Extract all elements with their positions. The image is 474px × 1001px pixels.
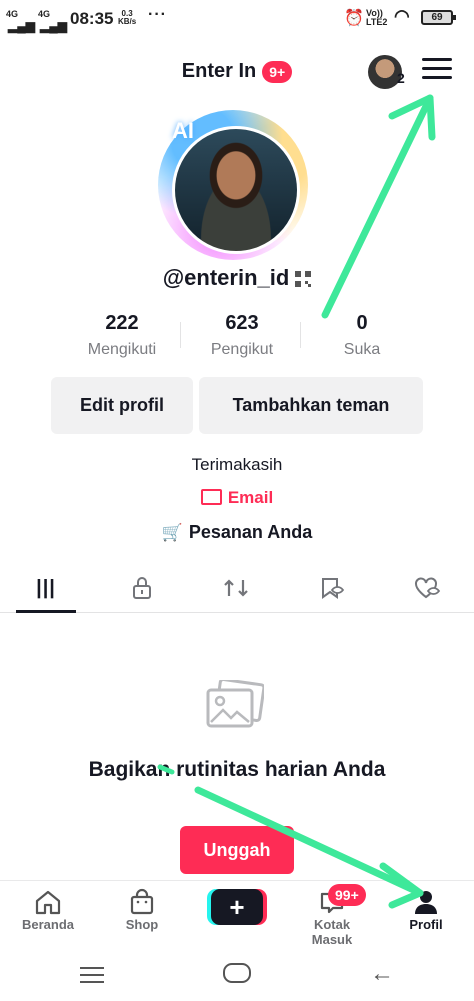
repost-icon — [224, 579, 248, 597]
status-bar: 4G ▂▄▆ 4G ▂▄▆ 08:35 0.3 KB/s ··· ⏰ Vo)) LT… — [0, 0, 474, 36]
cart-icon: 🛒 — [161, 523, 183, 542]
net-speed: 0.3 KB/s — [118, 9, 137, 26]
menu-icon[interactable] — [422, 58, 452, 82]
shop-icon — [130, 888, 154, 915]
stat-value: 0 — [356, 312, 368, 334]
ai-badge: AI — [172, 118, 194, 143]
image-placeholder-icon — [206, 680, 264, 728]
empty-state-message: Bagikan rutinitas harian Anda — [88, 758, 386, 781]
profile-avatar[interactable] — [172, 126, 300, 254]
alarm-icon: ⏰ — [344, 10, 364, 27]
profile-tabs: ||| — [0, 566, 474, 613]
upload-button[interactable]: Unggah — [180, 826, 294, 874]
edit-profile-button[interactable]: Edit profil — [51, 377, 193, 434]
nav-profile[interactable]: Profil — [386, 887, 466, 932]
qr-code-icon[interactable] — [295, 271, 312, 288]
email-label: Email — [227, 488, 274, 507]
system-recents-button[interactable] — [80, 967, 104, 988]
lock-icon — [133, 577, 151, 599]
tab-videos[interactable]: ||| — [16, 566, 76, 613]
signal-4g-2: 4G — [38, 9, 51, 19]
nav-shop[interactable]: Shop — [102, 887, 182, 932]
orders-link[interactable]: 🛒 Pesanan Anda — [0, 522, 474, 543]
nav-label: Shop — [125, 917, 159, 932]
system-back-button[interactable]: ← — [370, 960, 394, 988]
nav-label: Beranda — [21, 917, 75, 932]
stat-value: 623 — [225, 312, 259, 334]
tab-liked[interactable] — [398, 566, 458, 610]
email-link[interactable]: Email — [0, 488, 474, 508]
username: @enterin_id — [162, 265, 290, 290]
bio-text: Terimakasih — [191, 455, 283, 474]
battery-icon: 69 — [421, 10, 456, 25]
nav-label: Profil — [409, 917, 443, 932]
home-icon — [35, 890, 61, 915]
liked-heart-icon — [415, 577, 441, 599]
signal-bars-icon-2: ▂▄▆ — [40, 19, 67, 33]
bookmark-icon — [322, 578, 345, 599]
wifi-icon: ◠ — [394, 6, 410, 26]
profile-icon — [415, 891, 437, 914]
inbox-badge: 99+ — [328, 884, 366, 906]
mail-icon — [200, 488, 222, 505]
stat-value: 222 — [105, 312, 139, 334]
account-switcher[interactable]: Enter In 9+ — [181, 60, 293, 83]
orders-label: Pesanan Anda — [188, 522, 313, 542]
signal-4g-1: 4G — [6, 9, 19, 19]
signal-bars-icon: ▂▄▆ — [8, 19, 35, 33]
account-count: 2 — [397, 70, 405, 86]
stat-following[interactable]: 222 Mengikuti — [62, 312, 182, 359]
plus-icon: + — [229, 891, 245, 922]
stat-likes[interactable]: 0 Suka — [300, 312, 422, 359]
add-friend-button[interactable]: Tambahkan teman — [199, 377, 423, 434]
tab-private[interactable] — [112, 566, 172, 610]
volte-indicator: Vo)) LTE2 — [366, 8, 388, 27]
page-title: Enter In — [181, 60, 257, 82]
tab-saved[interactable] — [302, 566, 362, 610]
system-home-button[interactable] — [223, 963, 251, 983]
tab-reposts[interactable] — [206, 566, 266, 610]
stat-label: Pengikut — [210, 341, 274, 358]
more-notifications-icon: ··· — [148, 6, 167, 23]
grid-icon: ||| — [36, 576, 56, 599]
stat-label: Mengikuti — [87, 341, 157, 358]
create-post-button[interactable]: + — [211, 889, 263, 925]
notification-badge: 9+ — [262, 60, 293, 83]
nav-home[interactable]: Beranda — [8, 887, 88, 932]
stat-followers[interactable]: 623 Pengikut — [180, 312, 302, 359]
nav-label: Kotak Masuk — [311, 917, 353, 947]
username-row: @enterin_id — [0, 265, 474, 291]
profile-stats: 222 Mengikuti 623 Pengikut 0 Suka — [62, 312, 422, 359]
stat-label: Suka — [343, 341, 381, 358]
clock: 08:35 — [70, 9, 114, 28]
